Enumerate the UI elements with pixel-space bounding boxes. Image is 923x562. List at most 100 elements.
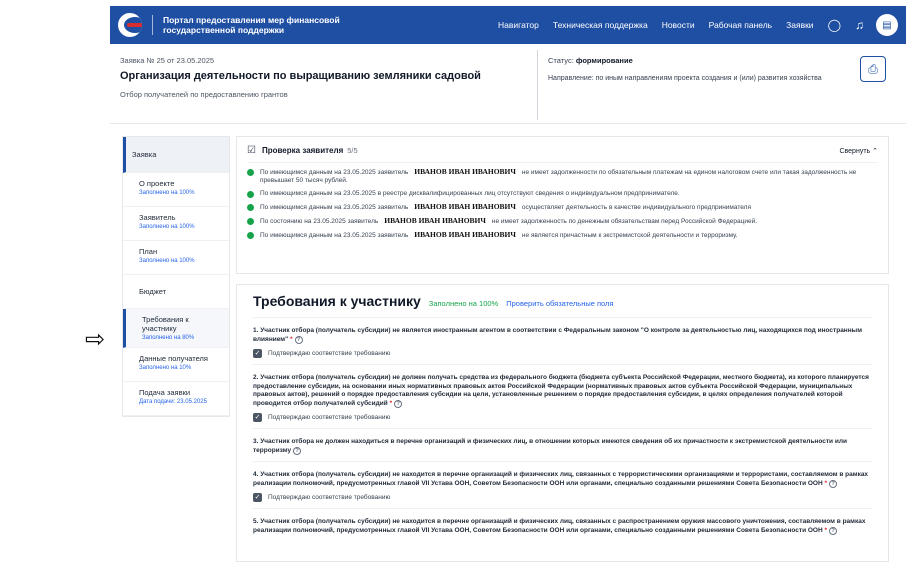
requirement-text: 3. Участник отбора не должен находиться …	[253, 438, 872, 455]
portal-logo-icon[interactable]	[118, 13, 142, 37]
check-pre: По состоянию на 23.05.2025 заявитель	[260, 218, 379, 225]
application-subtitle: Отбор получателей по предоставлению гран…	[120, 90, 288, 99]
sidebar-head[interactable]: Заявка	[123, 137, 229, 173]
required-star: *	[824, 479, 828, 487]
sidebar-item-budget[interactable]: Бюджет	[123, 275, 229, 309]
check-row: По имеющимся данным на 23.05.2025 заявит…	[247, 231, 878, 240]
check-pre: По имеющимся данным на 23.05.2025 заявит…	[260, 204, 409, 211]
checks-count: 5/5	[347, 146, 358, 155]
requirement-item: 5. Участник отбора (получатель субсидии)…	[253, 518, 872, 535]
requirement-body: 3. Участник отбора не должен находиться …	[253, 438, 847, 454]
check-post: осуществляет деятельность в качестве инд…	[521, 204, 751, 211]
portal-brand[interactable]: Портал предоставления мер финансовой гос…	[152, 15, 352, 35]
sidebar-item-recipient[interactable]: Данные получателя Заполнено на 10%	[123, 348, 229, 382]
direction-text: Направление: по иным направлениям проект…	[548, 75, 822, 82]
sidebar-item-applicant[interactable]: Заявитель Заполнено на 100%	[123, 207, 229, 241]
check-row: По состоянию на 23.05.2025 заявитель ИВАН…	[247, 217, 878, 226]
check-text: По имеющимся данным на 23.05.2025 заявит…	[260, 203, 751, 212]
requirement-confirm[interactable]: ✓ Подтверждаю соответствие требованию	[253, 349, 872, 365]
sidebar-item-project[interactable]: О проекте Заполнено на 100%	[123, 173, 229, 207]
help-icon[interactable]: ?	[394, 399, 403, 408]
help-icon[interactable]: ?	[829, 526, 838, 535]
sidebar-item-submit[interactable]: Подача заявки Дата подачи: 23.05.2025	[123, 382, 229, 416]
requirement-text: 2. Участник отбора (получатель субсидии)…	[253, 374, 872, 408]
check-required-fields-link[interactable]: Проверить обязательные поля	[506, 299, 613, 308]
sidebar-item-plan[interactable]: План Заполнено на 100%	[123, 241, 229, 275]
status-line: Статус: формирование	[548, 56, 858, 65]
requirements-progress: Заполнено на 100%	[428, 299, 499, 308]
status-label: Статус:	[548, 56, 574, 65]
check-name: ИВАНОВ ИВАН ИВАНОВИЧ	[414, 167, 516, 176]
header-separator	[110, 123, 906, 124]
check-name: ИВАНОВ ИВАН ИВАНОВИЧ	[384, 216, 486, 225]
requirement-confirm[interactable]: ✓ Подтверждаю соответствие требованию	[253, 413, 872, 429]
sidebar-item-progress: Заполнено на 100%	[139, 190, 195, 196]
checkbox-checked-icon[interactable]: ✓	[253, 349, 262, 358]
check-shield-icon: ☑	[247, 145, 256, 156]
check-post: не является причастным к экстремистской …	[521, 232, 738, 239]
nav-navigator[interactable]: Навигатор	[498, 20, 539, 30]
chat-icon[interactable]: ◯	[828, 18, 841, 32]
requirement-item: 1. Участник отбора (получатель субсидии)…	[253, 327, 872, 365]
chevron-up-icon: ⌃	[872, 147, 878, 155]
check-text: По состоянию на 23.05.2025 заявитель ИВАН…	[260, 217, 757, 226]
required-star: *	[824, 526, 828, 534]
required-star: *	[389, 399, 393, 407]
check-pre: По имеющимся данным на 23.05.2025 заявит…	[260, 232, 409, 239]
sidebar-head-label: Заявка	[132, 150, 157, 159]
help-icon[interactable]: ?	[293, 446, 302, 455]
check-text: По имеющимся данным на 23.05.2025 заявит…	[260, 231, 738, 240]
check-text: По имеющимся данным на 23.05.2025 заявит…	[260, 168, 878, 185]
checkbox-checked-icon[interactable]: ✓	[253, 413, 262, 422]
print-button[interactable]: ⎙	[860, 56, 886, 82]
check-name: ИВАНОВ ИВАН ИВАНОВИЧ	[414, 230, 516, 239]
requirements-panel: Требования к участнику Заполнено на 100%…	[236, 284, 889, 562]
nav-dashboard[interactable]: Рабочая панель	[709, 20, 773, 30]
requirement-text: 1. Участник отбора (получатель субсидии)…	[253, 327, 872, 344]
check-ok-icon	[247, 169, 254, 176]
requirement-body: 2. Участник отбора (получатель субсидии)…	[253, 374, 869, 407]
collapse-button[interactable]: Свернуть ⌃	[839, 147, 878, 155]
applicant-checks-panel: ☑ Проверка заявителя 5/5 Свернуть ⌃ По и…	[236, 136, 889, 274]
required-star: *	[289, 335, 293, 343]
requirement-item: 3. Участник отбора не должен находиться …	[253, 438, 872, 462]
requirement-item: 4. Участник отбора (получатель субсидии)…	[253, 471, 872, 509]
help-icon[interactable]: ?	[294, 335, 303, 344]
requirement-text: 5. Участник отбора (получатель субсидии)…	[253, 518, 872, 535]
checkbox-checked-icon[interactable]: ✓	[253, 493, 262, 502]
sidebar-item-label: Бюджет	[139, 287, 167, 296]
main-nav: Навигатор Техническая поддержка Новости …	[484, 14, 898, 36]
requirements-title: Требования к участнику	[253, 293, 421, 309]
application-info: Заявка № 25 от 23.05.2025 Организация де…	[120, 56, 540, 99]
help-icon[interactable]: ?	[829, 479, 838, 488]
nav-support[interactable]: Техническая поддержка	[553, 20, 648, 30]
check-row: По имеющимся данным на 23.05.2025 заявит…	[247, 203, 878, 212]
check-text: По имеющимся данным на 23.05.2025 в реес…	[260, 190, 680, 198]
check-ok-icon	[247, 232, 254, 239]
sidebar-item-requirements[interactable]: Требования к участнику Заполнено на 80%	[123, 309, 229, 348]
check-ok-icon	[247, 191, 254, 198]
application-sidebar: Заявка О проекте Заполнено на 100% Заяви…	[122, 136, 230, 417]
check-row: По имеющимся данным на 23.05.2025 заявит…	[247, 168, 878, 185]
requirement-item: 2. Участник отбора (получатель субсидии)…	[253, 374, 872, 429]
confirm-label: Подтверждаю соответствие требованию	[268, 350, 391, 357]
requirement-text: 4. Участник отбора (получатель субсидии)…	[253, 471, 872, 488]
sidebar-item-label: Заявитель	[139, 213, 176, 222]
sidebar-item-label: Данные получателя	[139, 354, 208, 363]
nav-applications[interactable]: Заявки	[786, 20, 813, 30]
nav-news[interactable]: Новости	[662, 20, 695, 30]
pointer-arrow-icon: ⇨	[85, 326, 106, 353]
collapse-label: Свернуть	[839, 147, 871, 155]
brand-line-2: государственной поддержки	[163, 25, 285, 35]
check-ok-icon	[247, 218, 254, 225]
bell-icon[interactable]: ♫	[855, 18, 864, 32]
sidebar-item-label: Подача заявки	[139, 388, 191, 397]
sidebar-item-progress: Заполнено на 100%	[139, 224, 195, 230]
sidebar-item-label: О проекте	[139, 179, 175, 188]
avatar-icon[interactable]: ▤	[876, 14, 898, 36]
application-title: Организация деятельности по выращиванию …	[120, 70, 481, 82]
check-post: не имеет задолженность по денежным обяза…	[491, 218, 758, 225]
check-row: По имеющимся данным на 23.05.2025 в реес…	[247, 190, 878, 198]
requirement-body: 4. Участник отбора (получатель субсидии)…	[253, 471, 869, 487]
requirement-confirm[interactable]: ✓ Подтверждаю соответствие требованию	[253, 493, 872, 509]
